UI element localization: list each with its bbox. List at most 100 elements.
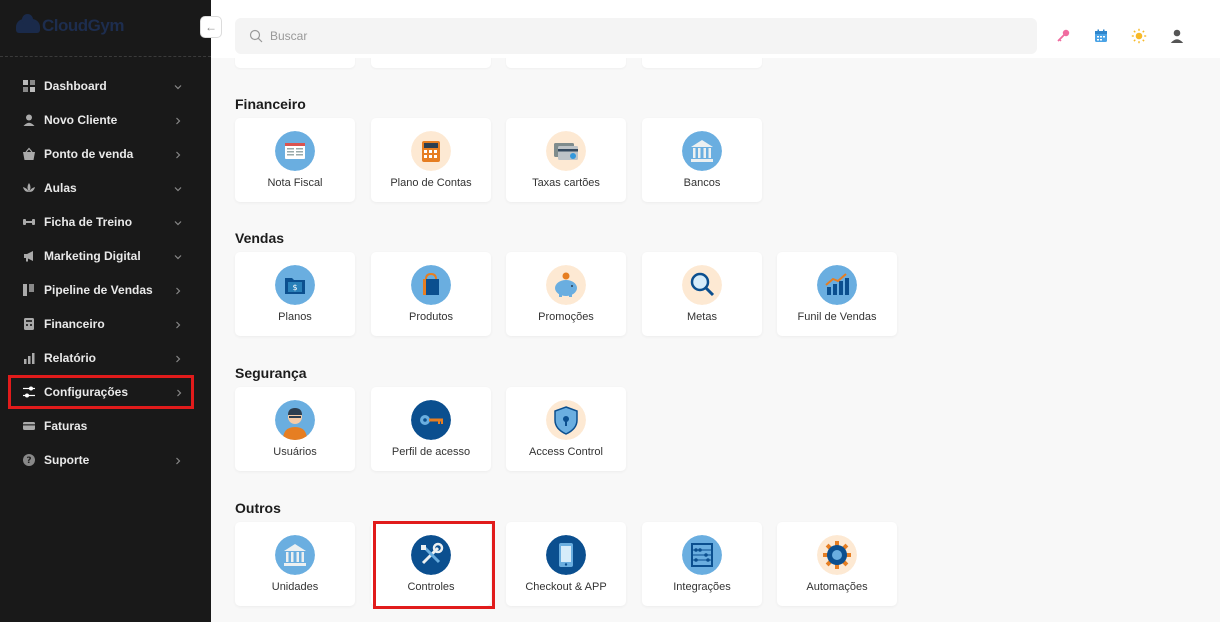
settings-content: Financeiro Nota Fiscal Plano de Contas T…: [211, 58, 1220, 622]
section-title-seguranca: Segurança: [235, 365, 307, 381]
chevron-right-icon: [173, 115, 183, 125]
card-partial[interactable]: [371, 58, 491, 68]
sidebar-item-label: Pipeline de Vendas: [44, 283, 153, 297]
sidebar-item-relatorio[interactable]: Relatório: [0, 341, 211, 375]
sidebar-collapse-button[interactable]: ←: [200, 16, 222, 38]
card-checkout-app[interactable]: Checkout & APP: [506, 522, 626, 606]
growth-chart-icon: [817, 265, 857, 305]
lotus-icon: [22, 181, 36, 195]
chevron-down-icon: [173, 217, 183, 227]
card-perfil-de-acesso[interactable]: Perfil de acesso: [371, 387, 491, 471]
sidebar-item-label: Configurações: [44, 385, 129, 399]
card-label: Promoções: [538, 311, 594, 323]
card-label: Taxas cartões: [532, 177, 600, 189]
sidebar-divider: [0, 56, 211, 57]
user-icon: [22, 113, 36, 127]
smartphone-icon: [546, 535, 586, 575]
card-fees-icon: [546, 131, 586, 171]
card-label: Produtos: [408, 311, 454, 323]
sidebar-item-ponto-de-venda[interactable]: Ponto de venda: [0, 137, 211, 171]
card-unidades[interactable]: Unidades: [235, 522, 355, 606]
card-integracoes[interactable]: Integrações: [642, 522, 762, 606]
sidebar-item-label: Financeiro: [44, 317, 105, 331]
card-planos[interactable]: $ Planos: [235, 252, 355, 336]
card-partial[interactable]: [506, 58, 626, 68]
card-usuarios[interactable]: Usuários: [235, 387, 355, 471]
search-icon: [249, 29, 263, 43]
person-icon: [275, 400, 315, 440]
card-partial[interactable]: [235, 58, 355, 68]
card-label: Access Control: [529, 446, 603, 458]
calendar-icon[interactable]: [1092, 27, 1110, 45]
sidebar-item-label: Relatório: [44, 351, 97, 365]
card-metas[interactable]: Metas: [642, 252, 762, 336]
sidebar: CloudGym Dashboard Novo Cliente Ponto de…: [0, 0, 211, 622]
bar-chart-icon: [22, 351, 36, 365]
card-automacoes[interactable]: Automações: [777, 522, 897, 606]
card-label: Automações: [806, 581, 868, 593]
magnifier-icon: [682, 265, 722, 305]
sidebar-item-label: Suporte: [44, 453, 90, 467]
chevron-right-icon: [173, 455, 183, 465]
folder-plans-icon: $: [275, 265, 315, 305]
card-taxas-cartoes[interactable]: Taxas cartões: [506, 118, 626, 202]
card-label: Checkout & APP: [525, 581, 607, 593]
search-input[interactable]: [270, 29, 970, 43]
card-label: Bancos: [683, 177, 721, 189]
sidebar-item-pipeline-de-vendas[interactable]: Pipeline de Vendas: [0, 273, 211, 307]
sidebar-item-dashboard[interactable]: Dashboard: [0, 69, 211, 103]
chevron-right-icon: [174, 387, 184, 397]
card-label: Perfil de acesso: [391, 446, 471, 458]
card-funil-de-vendas[interactable]: Funil de Vendas: [777, 252, 897, 336]
card-label: Usuários: [273, 446, 317, 458]
sidebar-item-financeiro[interactable]: Financeiro: [0, 307, 211, 341]
sidebar-item-novo-cliente[interactable]: Novo Cliente: [0, 103, 211, 137]
card-label: Planos: [278, 311, 312, 323]
bank-icon: [275, 535, 315, 575]
chevron-down-icon: [173, 183, 183, 193]
grid-icon: [22, 79, 36, 93]
card-promocoes[interactable]: Promoções: [506, 252, 626, 336]
sidebar-item-label: Faturas: [44, 419, 88, 433]
card-access-control[interactable]: Access Control: [506, 387, 626, 471]
highlight-frame: [373, 521, 495, 609]
calculator-icon: [411, 131, 451, 171]
sidebar-item-label: Ficha de Treino: [44, 215, 133, 229]
sidebar-item-marketing-digital[interactable]: Marketing Digital: [0, 239, 211, 273]
chevron-right-icon: [173, 149, 183, 159]
card-label: Integrações: [673, 581, 731, 593]
search-bar[interactable]: [235, 18, 1037, 54]
card-label: Plano de Contas: [390, 177, 472, 189]
sidebar-item-faturas[interactable]: Faturas: [0, 409, 211, 443]
chevron-right-icon: [173, 353, 183, 363]
gear-icon: [817, 535, 857, 575]
megaphone-icon: [22, 249, 36, 263]
card-plano-de-contas[interactable]: Plano de Contas: [371, 118, 491, 202]
logo[interactable]: CloudGym: [16, 14, 124, 38]
card-bancos[interactable]: Bancos: [642, 118, 762, 202]
sidebar-item-ficha-de-treino[interactable]: Ficha de Treino: [0, 205, 211, 239]
card-label: Nota Fiscal: [267, 177, 323, 189]
card-label: Unidades: [271, 581, 319, 593]
svg-text:$: $: [292, 283, 297, 292]
section-title-outros: Outros: [235, 500, 281, 516]
chevron-down-icon: [173, 81, 183, 91]
user-icon[interactable]: [1168, 27, 1186, 45]
top-header: [211, 0, 1220, 58]
chevron-down-icon: [173, 251, 183, 261]
section-title-vendas: Vendas: [235, 230, 285, 246]
invoice-icon: [275, 131, 315, 171]
help-icon: ?: [22, 453, 36, 467]
sun-icon[interactable]: [1130, 27, 1148, 45]
card-partial[interactable]: [642, 58, 762, 68]
sidebar-item-suporte[interactable]: ? Suporte: [0, 443, 211, 477]
card-nota-fiscal[interactable]: Nota Fiscal: [235, 118, 355, 202]
sidebar-item-configuracoes[interactable]: Configurações: [8, 375, 194, 409]
sidebar-item-aulas[interactable]: Aulas: [0, 171, 211, 205]
key-icon[interactable]: [1054, 27, 1072, 45]
svg-text:?: ?: [26, 456, 31, 466]
card-produtos[interactable]: Produtos: [371, 252, 491, 336]
key-icon: [411, 400, 451, 440]
shopping-bag-icon: [411, 265, 451, 305]
sidebar-item-label: Marketing Digital: [44, 249, 141, 263]
